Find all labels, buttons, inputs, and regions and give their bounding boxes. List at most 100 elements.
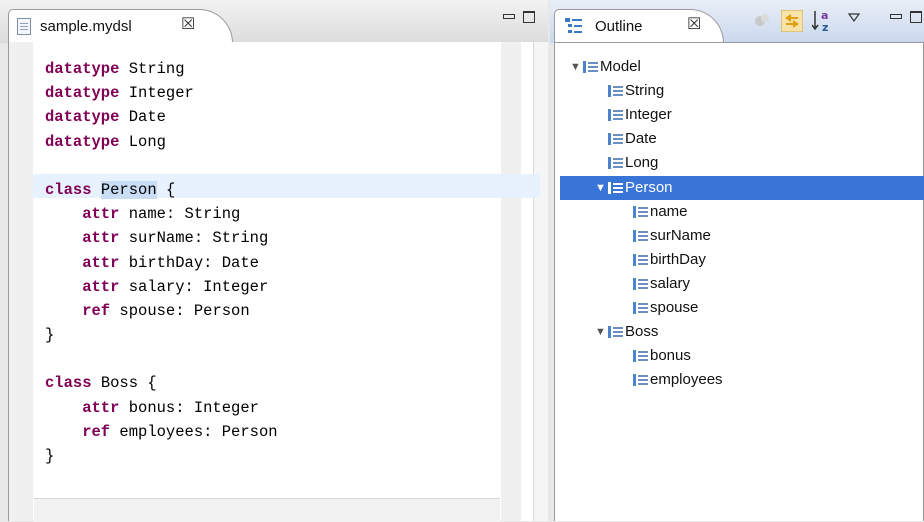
source-code[interactable]: datatype String datatype Integer datatype … [45,57,278,468]
tree-node-icon [608,157,623,170]
code-keyword: ref [45,301,111,320]
code-line[interactable]: attr bonus: Integer [45,396,278,420]
tree-node-icon [633,302,648,314]
code-text: salary: Integer [119,277,269,296]
filter-icon[interactable] [753,12,771,30]
outline-node-salary[interactable]: salary [560,272,924,296]
outline-node-employees[interactable]: employees [560,368,924,392]
code-line[interactable]: ref employees: Person [45,420,278,444]
editor-maximize-icon[interactable] [523,11,535,23]
editor-ruler [9,42,33,521]
outline-tab-bar: Outline ☒ a z [550,0,924,43]
close-tab-icon[interactable]: ☒ [181,17,195,33]
code-keyword: attr [45,229,120,248]
outline-node-person[interactable]: ▼ Person [560,175,924,200]
code-line[interactable]: } [45,323,278,347]
outline-node-string[interactable]: String [560,79,924,103]
outline-node-bonus[interactable]: bonus [560,344,924,368]
code-line[interactable]: datatype Long [45,130,278,154]
view-menu-icon[interactable] [848,13,860,23]
code-keyword: class [45,180,92,199]
code-text: { [156,180,176,199]
outline-node-model[interactable]: ▼ Model [560,55,924,79]
outline-node-spouse[interactable]: spouse [560,296,924,320]
code-line[interactable]: datatype String [45,57,278,81]
code-text: bonus: Integer [119,398,259,417]
expand-arrow-icon[interactable]: ▼ [595,320,606,344]
code-text: } [45,447,55,465]
code-keyword: datatype [45,84,120,103]
code-keyword: attr [45,205,120,224]
code-keyword: datatype [45,60,120,78]
tree-node-label: Boss [625,323,659,341]
code-keyword: attr [45,277,120,296]
outline-node-birthday[interactable]: birthDay [560,248,924,272]
code-text: employees: Person [110,422,278,441]
editor-horizontal-scroll[interactable] [34,498,500,522]
tree-node-label: bonus [650,347,691,365]
tree-node-label: birthDay [650,250,706,268]
outline-tab-title: Outline [595,18,643,35]
code-text: Date [119,108,166,127]
code-line[interactable]: datatype Date [45,105,278,129]
tree-node-label: spouse [650,299,699,316]
tree-node-label: Model [600,58,641,75]
expand-arrow-icon[interactable]: ▼ [570,55,581,79]
code-text: spouse: Person [110,301,250,320]
tree-node-icon [633,205,648,218]
code-keyword: attr [45,398,120,417]
code-keyword: datatype [45,132,120,151]
tree-node-label: salary [650,274,691,292]
tree-node-icon [608,133,623,146]
code-text: Integer [119,84,194,103]
tree-node-label: Person [625,178,673,196]
editor-right-strip [533,42,548,521]
code-line[interactable]: } [45,444,278,468]
editor-minimize-icon[interactable] [503,14,515,19]
tree-node-label: String [625,82,665,100]
tree-node-icon [608,109,623,122]
tree-node-icon [608,85,623,98]
outline-tab[interactable]: Outline ☒ [554,9,724,43]
code-keyword: datatype [45,108,120,127]
code-text: Long [119,132,166,151]
code-keyword: class [45,374,92,393]
outline-maximize-icon[interactable] [910,11,922,23]
outline-node-integer[interactable]: Integer [560,103,924,127]
outline-node-long[interactable]: Long [560,151,924,175]
tree-node-label: Date [625,130,657,148]
sort-alphabetically-icon[interactable]: a z [812,8,836,34]
code-line[interactable] [45,154,278,178]
code-text: } [45,326,55,345]
file-icon [17,18,31,35]
overview-ruler [501,42,521,521]
outline-node-date[interactable]: Date [560,127,924,151]
editor-tab-sample-mydsl[interactable]: sample.mydsl ☒ [8,9,233,43]
tree-node-icon [608,181,623,194]
code-line[interactable]: class Boss { [45,371,278,395]
outline-node-boss[interactable]: ▼ Boss [560,320,924,344]
code-line[interactable]: attr surName: String [45,226,278,250]
outline-minimize-icon[interactable] [890,14,902,19]
tree-node-icon [633,350,648,363]
code-line[interactable]: attr salary: Integer [45,275,278,299]
outline-tree: ▼ Model String Integer Date Long ▼ Person name su… [554,42,924,521]
code-line[interactable] [45,347,278,371]
link-with-editor-icon[interactable] [781,10,803,32]
tree-node-label: surName [650,226,711,244]
outline-node-name[interactable]: name [560,200,924,224]
code-line[interactable]: attr birthDay: Date [45,251,278,275]
tree-node-label: employees [650,371,723,389]
code-line[interactable]: ref spouse: Person [45,299,278,323]
outline-node-surname[interactable]: surName [560,224,924,248]
close-tab-icon[interactable]: ☒ [687,17,701,33]
code-line[interactable]: attr name: String [45,202,278,226]
tree-node-icon [633,277,648,290]
code-text: birthDay: Date [119,253,259,272]
code-line[interactable]: class Person { [45,178,278,202]
selected-identifier: Person [100,180,157,199]
code-line[interactable]: datatype Integer [45,81,278,105]
svg-text:z: z [822,21,828,34]
expand-arrow-icon[interactable]: ▼ [595,176,606,200]
